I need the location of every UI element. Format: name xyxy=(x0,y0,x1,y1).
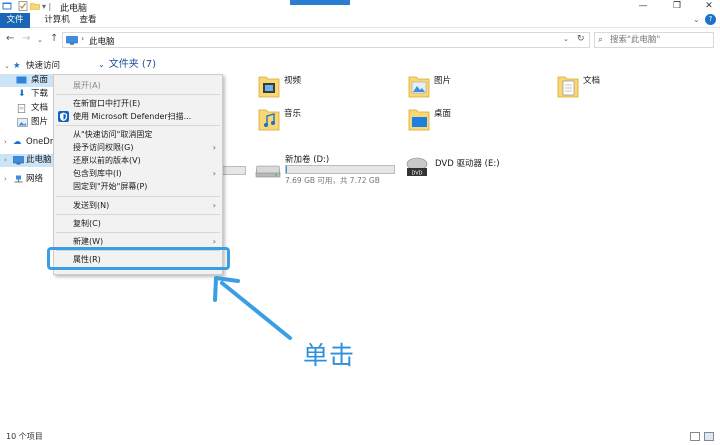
item-count: 10 个项目 xyxy=(6,432,43,441)
file-explorer-window: ▾ | 此电脑 — ❐ ✕ 文件 计算机 查看 ⌄ ? ← → ⌄ ↑ › 此电… xyxy=(0,0,720,445)
status-bar: 10 个项目 xyxy=(0,430,720,445)
annotation-arrow xyxy=(213,276,292,340)
annotation-callout-text: 单击 xyxy=(303,341,356,370)
large-icons-view-icon[interactable] xyxy=(704,432,714,441)
details-view-icon[interactable] xyxy=(690,432,700,441)
